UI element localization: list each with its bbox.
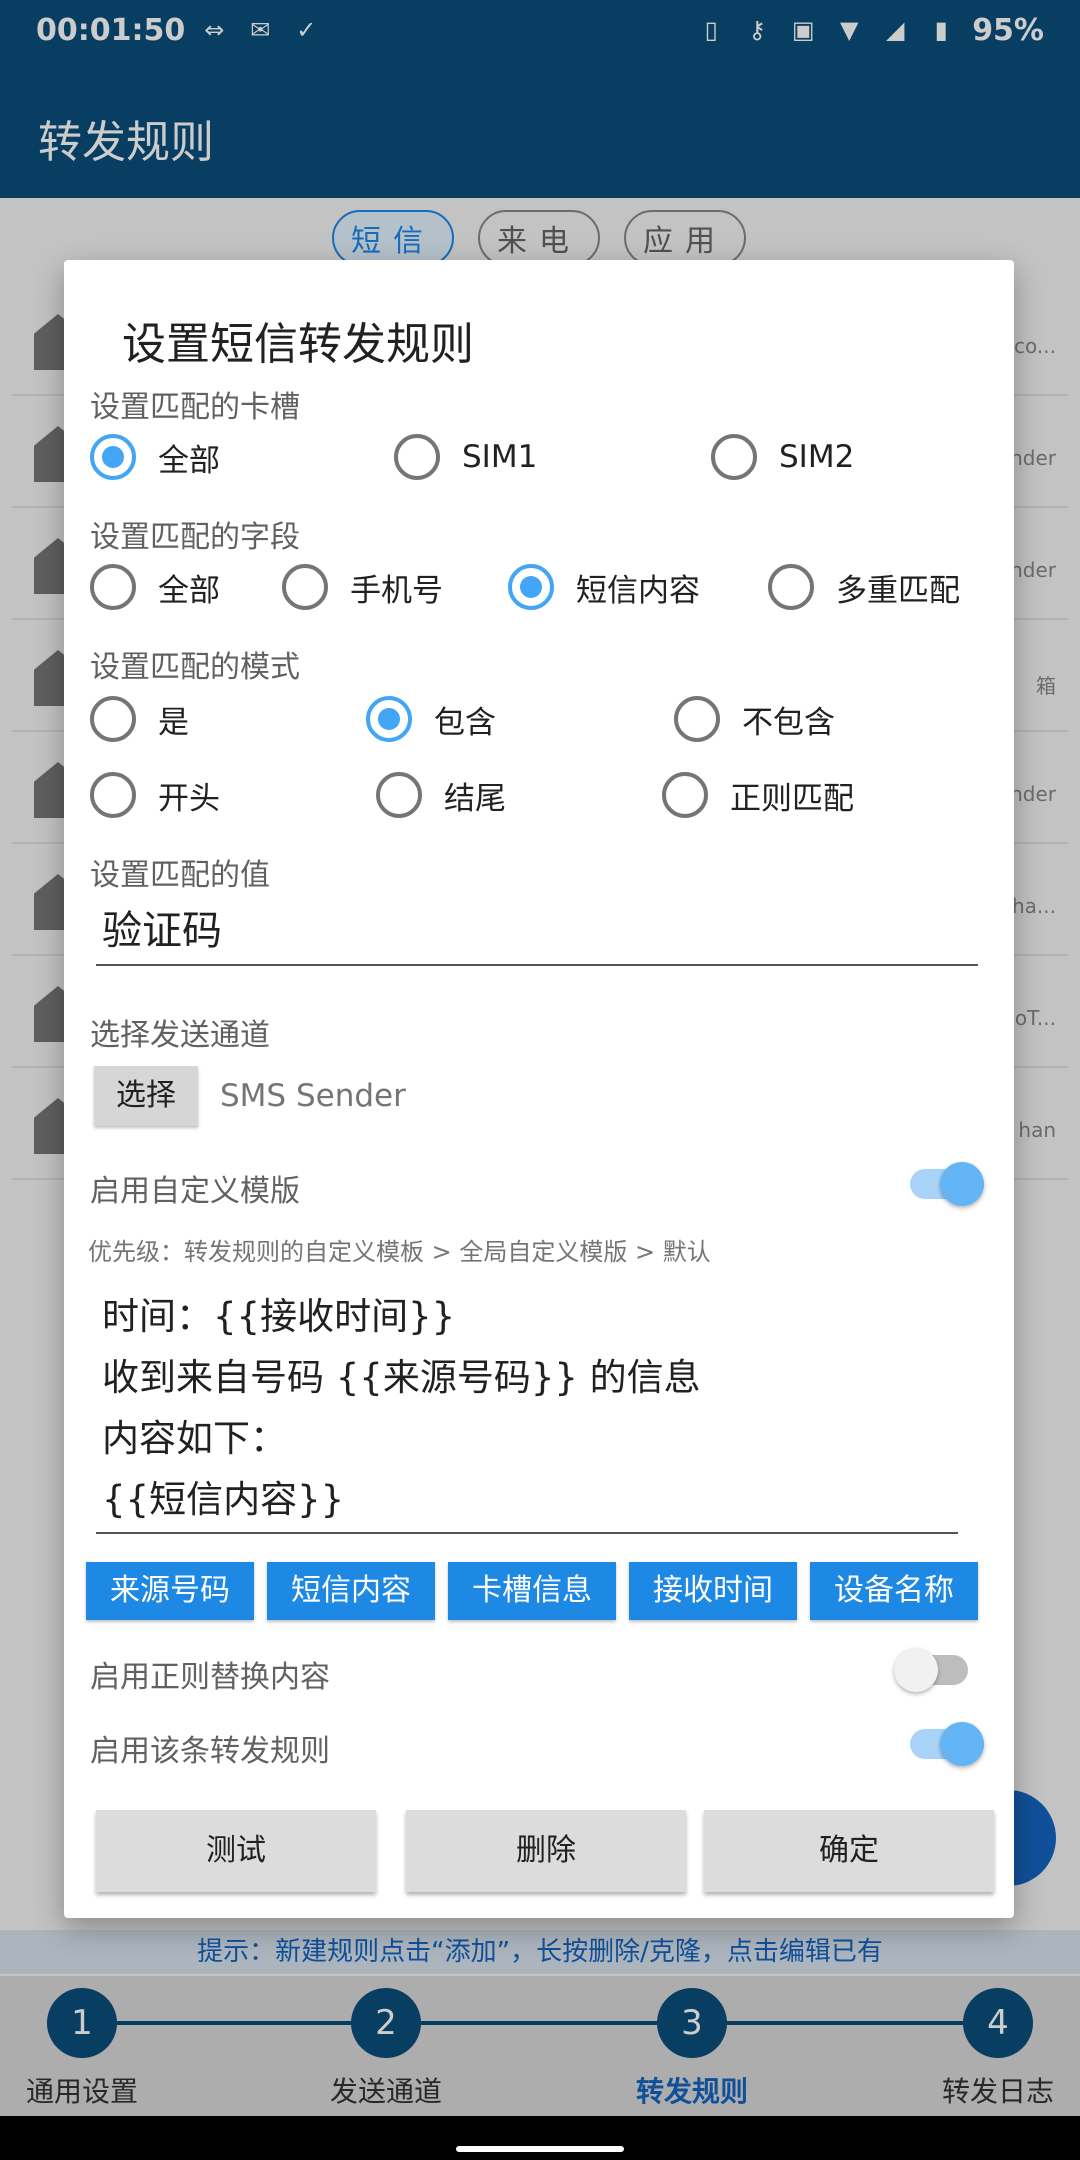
- rule-enabled-label: 启用该条转发规则: [90, 1734, 330, 1769]
- custom-template-toggle[interactable]: [910, 1158, 984, 1210]
- radio-circle: [662, 772, 708, 818]
- radio-mode-not-contains[interactable]: 不包含: [674, 696, 835, 742]
- template-line: 时间：{{接收时间}}: [102, 1295, 456, 1338]
- channel-label: 选择发送通道: [90, 1018, 270, 1053]
- mode-label: 设置匹配的模式: [90, 650, 300, 685]
- template-line: {{短信内容}}: [102, 1478, 345, 1521]
- test-button[interactable]: 测试: [96, 1810, 376, 1892]
- radio-sim-all[interactable]: 全部: [90, 434, 220, 480]
- sms-rule-dialog: 设置短信转发规则 设置匹配的卡槽 全部 SIM1 SIM2 设置匹配的字段 全部…: [64, 260, 1014, 1918]
- radio-circle: [90, 434, 136, 480]
- template-tag-row: 来源号码 短信内容 卡槽信息 接收时间 设备名称: [86, 1562, 978, 1620]
- regex-replace-label: 启用正则替换内容: [90, 1660, 330, 1695]
- template-input[interactable]: 时间：{{接收时间}} 收到来自号码 {{来源号码}} 的信息 内容如下： {{…: [96, 1280, 958, 1534]
- tag-receive-time[interactable]: 接收时间: [629, 1562, 797, 1620]
- radio-sim2[interactable]: SIM2: [711, 434, 854, 480]
- rule-enabled-toggle[interactable]: [910, 1718, 984, 1770]
- radio-circle: [508, 564, 554, 610]
- switch-thumb: [940, 1722, 984, 1766]
- home-gesture-handle[interactable]: [456, 2146, 624, 2152]
- switch-thumb: [894, 1648, 938, 1692]
- field-label: 设置匹配的字段: [90, 520, 300, 555]
- radio-mode-ends-with[interactable]: 结尾: [376, 772, 506, 818]
- radio-field-multi[interactable]: 多重匹配: [768, 564, 960, 610]
- tag-sim-info[interactable]: 卡槽信息: [448, 1562, 616, 1620]
- radio-field-content[interactable]: 短信内容: [508, 564, 700, 610]
- radio-mode-is[interactable]: 是: [90, 696, 189, 742]
- match-value-input[interactable]: 验证码: [96, 896, 978, 966]
- radio-circle: [711, 434, 757, 480]
- radio-circle: [90, 696, 136, 742]
- template-line: 内容如下：: [102, 1417, 287, 1460]
- confirm-button[interactable]: 确定: [704, 1810, 994, 1892]
- radio-mode-contains[interactable]: 包含: [366, 696, 496, 742]
- radio-circle: [282, 564, 328, 610]
- delete-button[interactable]: 删除: [406, 1810, 686, 1892]
- match-value-label: 设置匹配的值: [90, 858, 270, 893]
- system-nav-bar: [0, 2116, 1080, 2160]
- choose-channel-button[interactable]: 选择: [94, 1066, 198, 1126]
- tag-source-number[interactable]: 来源号码: [86, 1562, 254, 1620]
- radio-circle: [90, 772, 136, 818]
- regex-replace-toggle[interactable]: [894, 1644, 968, 1696]
- radio-circle: [90, 564, 136, 610]
- radio-circle: [394, 434, 440, 480]
- custom-template-label: 启用自定义模版: [90, 1174, 300, 1209]
- radio-mode-starts-with[interactable]: 开头: [90, 772, 220, 818]
- radio-circle: [366, 696, 412, 742]
- radio-circle: [674, 696, 720, 742]
- radio-circle: [768, 564, 814, 610]
- switch-thumb: [940, 1162, 984, 1206]
- radio-sim1[interactable]: SIM1: [394, 434, 537, 480]
- radio-field-phone[interactable]: 手机号: [282, 564, 443, 610]
- sim-slot-label: 设置匹配的卡槽: [90, 390, 300, 425]
- radio-field-all[interactable]: 全部: [90, 564, 220, 610]
- tag-sms-content[interactable]: 短信内容: [267, 1562, 435, 1620]
- radio-mode-regex[interactable]: 正则匹配: [662, 772, 854, 818]
- radio-circle: [376, 772, 422, 818]
- tag-device-name[interactable]: 设备名称: [810, 1562, 978, 1620]
- selected-channel: SMS Sender: [220, 1078, 406, 1114]
- dialog-title: 设置短信转发规则: [122, 319, 474, 370]
- template-priority-note: 优先级：转发规则的自定义模板 > 全局自定义模版 > 默认: [88, 1238, 711, 1266]
- template-line: 收到来自号码 {{来源号码}} 的信息: [102, 1356, 701, 1399]
